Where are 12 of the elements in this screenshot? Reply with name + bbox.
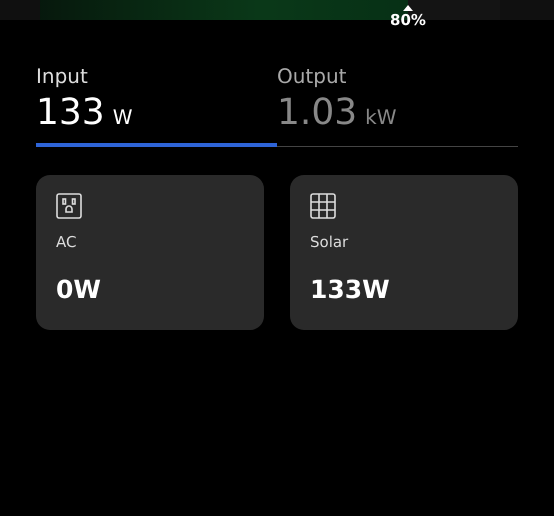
source-card[interactable]: AC 0W (36, 175, 264, 330)
source-label: AC (56, 233, 76, 251)
triangle-icon (403, 5, 413, 11)
solar-panel-icon (310, 193, 336, 219)
source-card[interactable]: Solar 133W (290, 175, 518, 330)
source-power: 0W (56, 275, 101, 304)
battery-percent: 80% (390, 11, 426, 29)
tab[interactable]: Output 1.03 kW (277, 64, 518, 147)
outlet-icon (56, 193, 82, 219)
tab[interactable]: Input 133 W (36, 64, 277, 147)
source-power: 133W (310, 275, 390, 304)
source-label: Solar (310, 233, 348, 251)
